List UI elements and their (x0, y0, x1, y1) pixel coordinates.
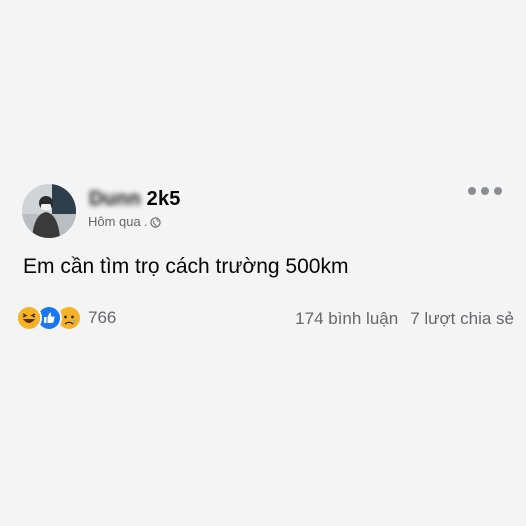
post-meta: Hôm qua . (88, 214, 162, 229)
author-name-blurred: Dunn (89, 188, 147, 210)
avatar[interactable] (22, 184, 76, 238)
meta-separator: . (143, 214, 148, 229)
more-options-button[interactable] (468, 182, 502, 200)
more-dot (481, 187, 489, 195)
globe-icon (150, 216, 162, 228)
comments-count[interactable]: 174 bình luận (295, 309, 398, 329)
post-text: Em cần tìm trọ cách trường 500km (23, 255, 349, 278)
reactions-summary[interactable]: 766 (16, 305, 116, 331)
post-card: Dunn 2k5 Hôm qua . Em cần tìm trọ cách t… (0, 0, 526, 526)
author-name[interactable]: Dunn 2k5 (89, 188, 181, 211)
timestamp[interactable]: Hôm qua (88, 214, 141, 229)
haha-icon (16, 305, 42, 331)
shares-count[interactable]: 7 lượt chia sẻ (410, 309, 514, 329)
post-stats: 174 bình luận 7 lượt chia sẻ (295, 309, 514, 329)
more-dot (494, 187, 502, 195)
reaction-count: 766 (88, 308, 117, 327)
more-horizontal-icon (468, 187, 476, 195)
author-name-visible: 2k5 (146, 188, 181, 210)
